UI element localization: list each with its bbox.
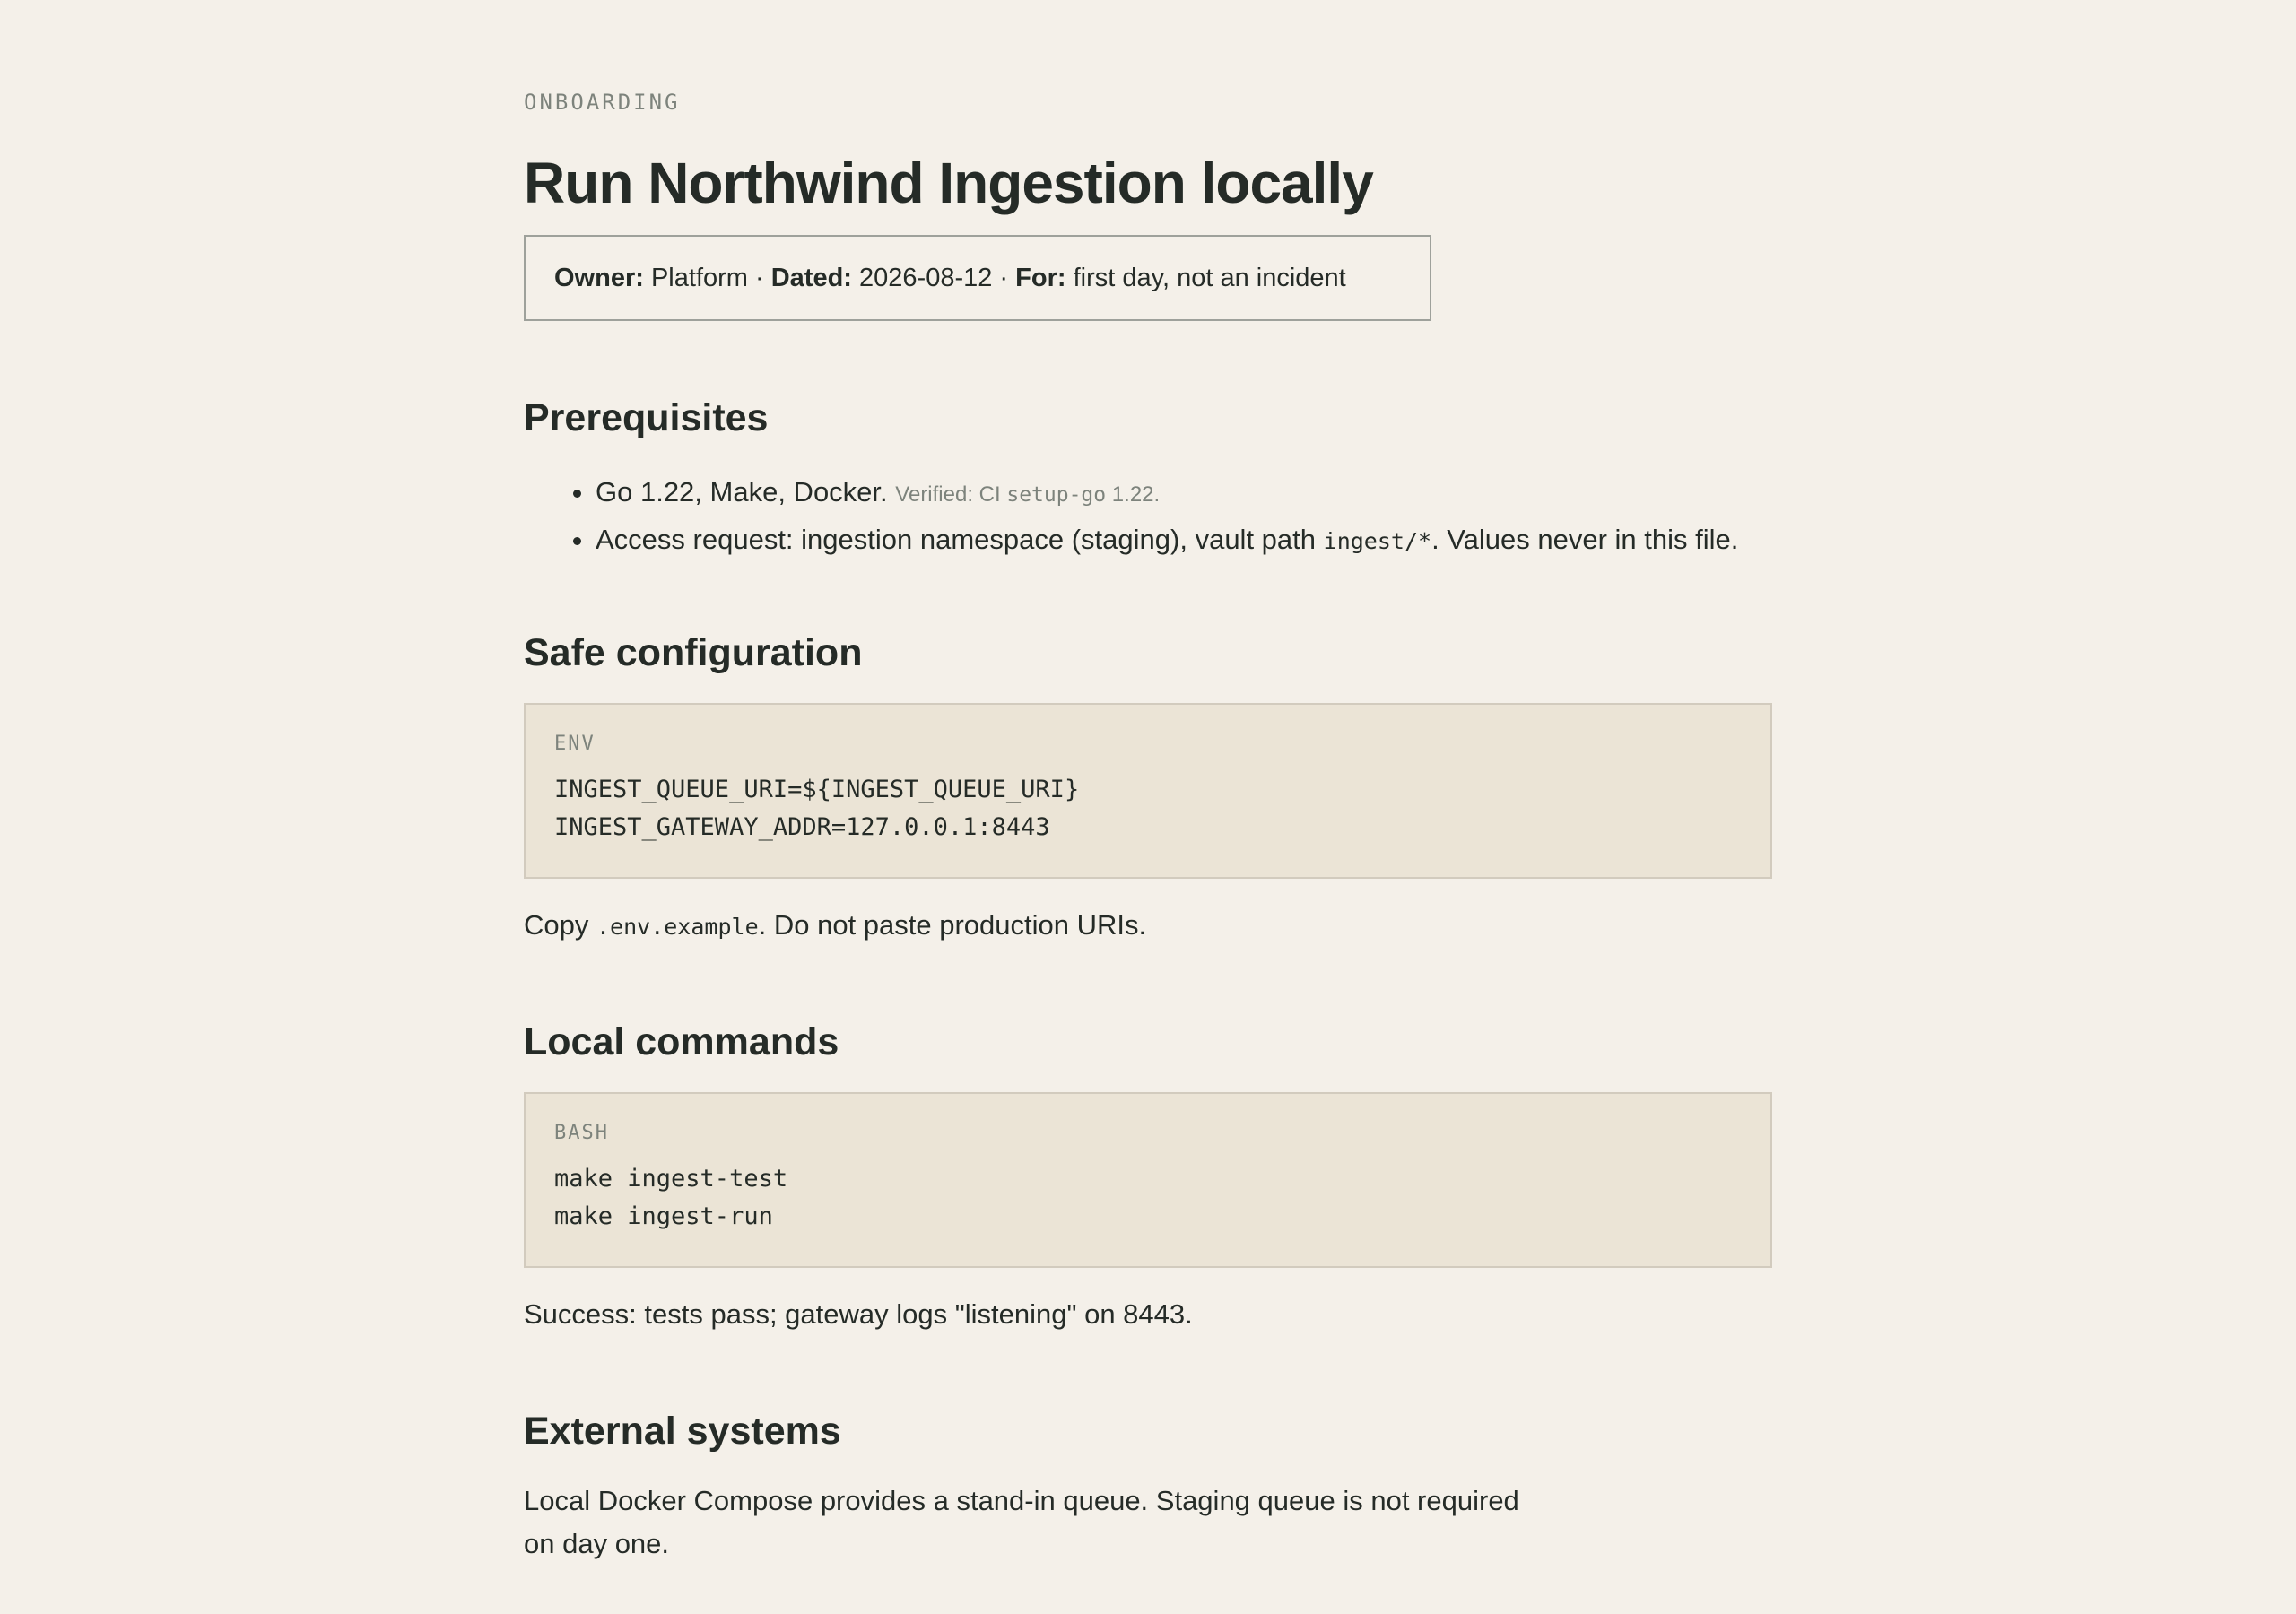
safe-config-note: Copy .env.example. Do not paste producti… [524, 904, 1146, 949]
owner-value: Platform [650, 263, 748, 292]
external-line-2: on day one. [524, 1528, 670, 1559]
metadata-box: Owner: Platform · Dated: 2026-08-12 · Fo… [524, 235, 1431, 321]
code-language-label: BASH [554, 1122, 609, 1144]
code-content[interactable]: make ingest-test make ingest-run [554, 1160, 1742, 1236]
prereq-access-suffix: . Values never in this file. [1431, 524, 1739, 555]
meta-separator: · [747, 263, 771, 292]
prereq-verified-note: Verified: CI setup-go 1.22. [895, 482, 1160, 507]
list-item: Access request: ingestion namespace (sta… [596, 517, 1738, 563]
env-example-code: .env.example [596, 914, 759, 940]
external-line-1: Local Docker Compose provides a stand-in… [524, 1485, 1519, 1516]
copy-prefix: Copy [524, 909, 589, 941]
bash-code-block[interactable]: BASH make ingest-test make ingest-run [524, 1092, 1772, 1268]
for-label: For: [1015, 263, 1066, 292]
code-language-label: ENV [554, 733, 596, 755]
note-code: setup-go [1006, 483, 1107, 507]
external-systems-text: Local Docker Compose provides a stand-in… [524, 1480, 1519, 1566]
vault-path-code: ingest/* [1323, 528, 1432, 554]
prerequisites-heading: Prerequisites [524, 396, 769, 439]
safe-config-heading: Safe configuration [524, 631, 863, 674]
note-prefix: Verified: CI [895, 482, 1001, 507]
dated-value: 2026-08-12 [859, 263, 993, 292]
code-line: make ingest-run [554, 1202, 773, 1230]
section-eyebrow: ONBOARDING [524, 90, 681, 115]
code-content[interactable]: INGEST_QUEUE_URI=${INGEST_QUEUE_URI} ING… [554, 771, 1742, 846]
prerequisites-list: Go 1.22, Make, Docker. Verified: CI setu… [524, 470, 1738, 563]
note-suffix: 1.22. [1111, 482, 1161, 507]
local-commands-heading: Local commands [524, 1020, 839, 1063]
prereq-tools-text: Go 1.22, Make, Docker. [596, 476, 888, 508]
code-line: INGEST_GATEWAY_ADDR=127.0.0.1:8443 [554, 813, 1050, 841]
external-systems-heading: External systems [524, 1410, 841, 1453]
code-line: INGEST_QUEUE_URI=${INGEST_QUEUE_URI} [554, 776, 1080, 803]
list-item: Go 1.22, Make, Docker. Verified: CI setu… [596, 470, 1738, 517]
prereq-access-text: Access request: ingestion namespace (sta… [596, 524, 1317, 555]
dated-label: Dated: [770, 263, 852, 292]
page-title: Run Northwind Ingestion locally [524, 151, 1374, 215]
owner-label: Owner: [554, 263, 644, 292]
success-note: Success: tests pass; gateway logs "liste… [524, 1298, 1193, 1330]
for-value: first day, not an incident [1073, 263, 1346, 292]
env-code-block[interactable]: ENV INGEST_QUEUE_URI=${INGEST_QUEUE_URI}… [524, 703, 1772, 879]
code-line: make ingest-test [554, 1165, 788, 1193]
copy-suffix: . Do not paste production URIs. [758, 909, 1147, 941]
meta-separator: · [992, 263, 1016, 292]
